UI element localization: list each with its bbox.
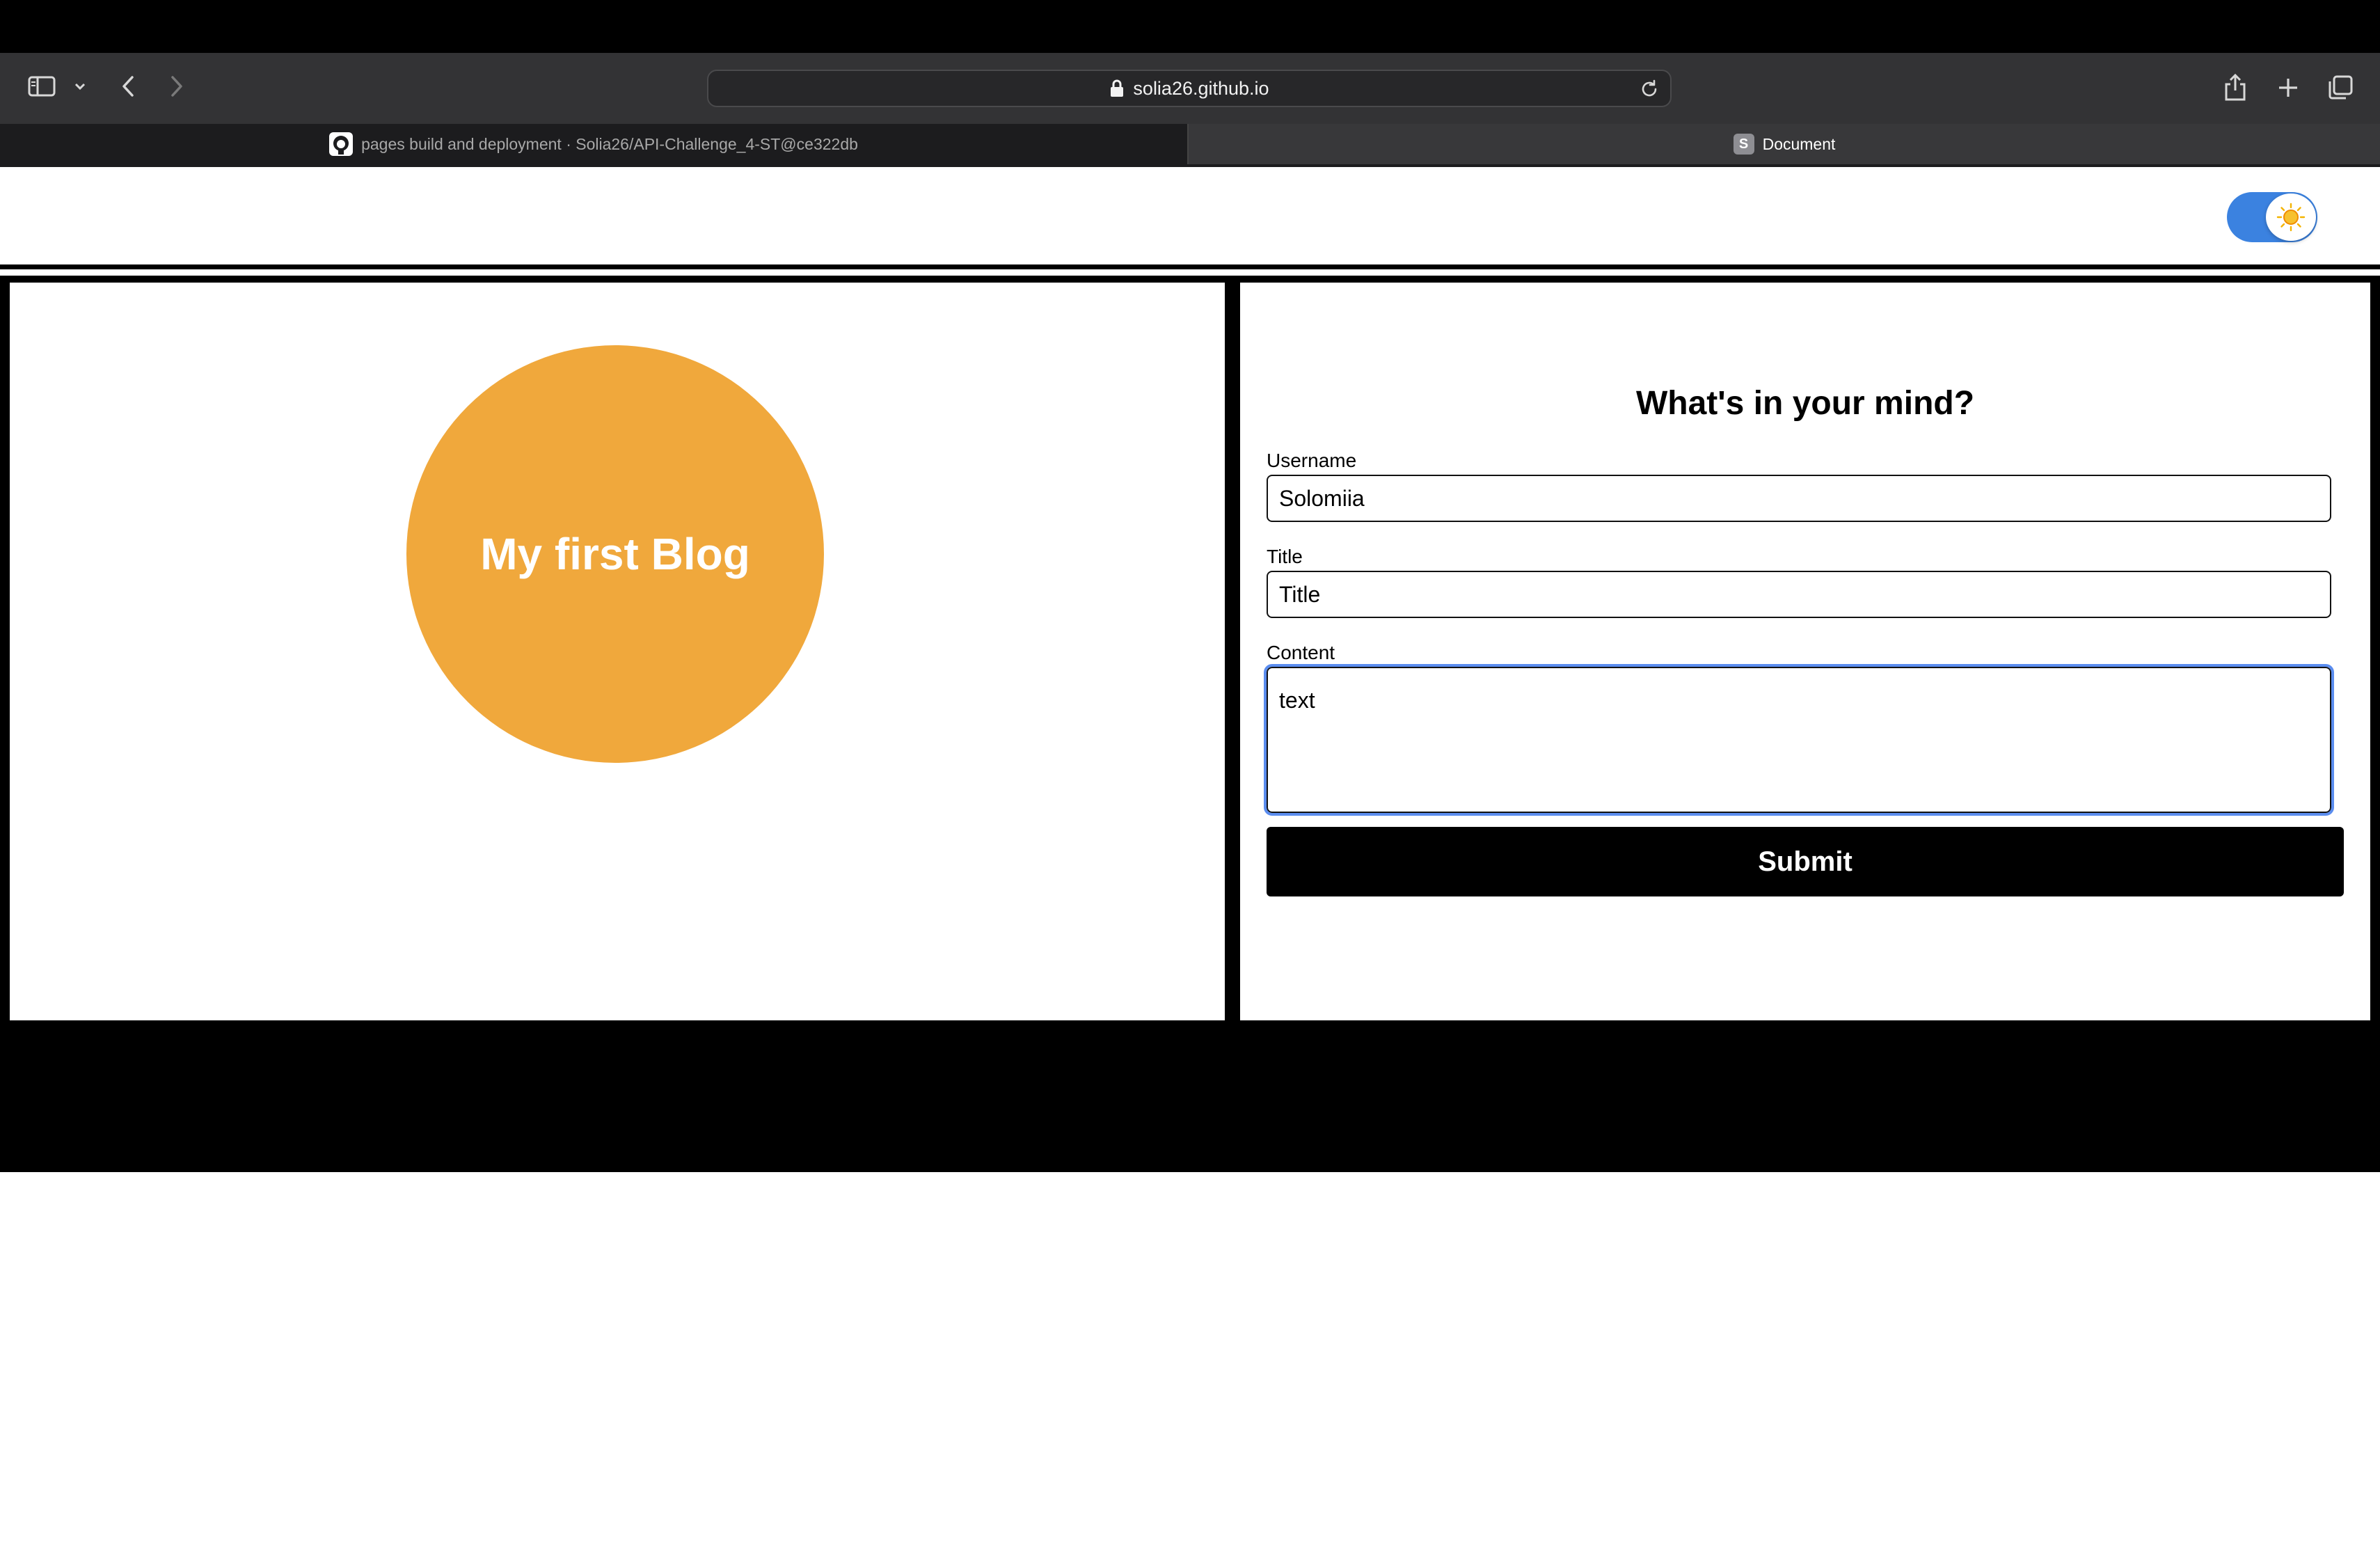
toggle-knob [2266,193,2316,241]
tab-github-actions[interactable]: pages build and deployment · Solia26/API… [0,124,1187,164]
username-label: Username [1267,450,1357,471]
title-field[interactable] [1267,571,2331,618]
content-label: Content [1267,642,1335,663]
lock-icon [1111,79,1124,97]
tab-strip: pages build and deployment · Solia26/API… [0,124,2380,291]
github-icon [329,132,354,156]
address-bar[interactable]: solia26.github.io [707,70,1672,107]
url-text: solia26.github.io [1133,77,1269,99]
screen-top-bar [0,0,2380,53]
blog-hero-circle: My first Blog [406,345,824,763]
reload-icon[interactable] [1638,78,1660,100]
sidebar-icon[interactable] [26,74,57,99]
tab-title: Document [1762,134,1836,153]
site-favicon-icon: S [1733,134,1754,155]
back-arrow-icon[interactable] [116,72,141,100]
browser-toolbar: solia26.github.io [0,53,2380,124]
form-heading: What's in your mind? [1635,385,1975,422]
header-divider [0,264,2380,269]
content-frame: My first Blog What's in your mind? Usern… [0,276,2380,1172]
title-label: Title [1267,546,1303,567]
theme-toggle[interactable] [2227,192,2317,242]
blog-title: My first Blog [480,529,750,579]
forward-arrow-icon[interactable] [164,72,189,100]
username-field[interactable] [1267,475,2331,522]
share-icon[interactable] [2220,71,2251,103]
content-textarea[interactable]: text [1264,664,2334,816]
tab-document[interactable]: S Document [1189,124,2380,164]
post-form-panel: What's in your mind? Username Title Cont… [1240,283,2370,1020]
new-tab-plus-icon[interactable] [2273,72,2303,103]
submit-button[interactable]: Submit [1267,827,2344,896]
web-page: My first Blog What's in your mind? Usern… [0,167,2380,1541]
chevron-down-icon[interactable] [70,74,90,99]
sun-icon [2276,203,2306,232]
tab-overview-icon[interactable] [2324,72,2356,103]
left-panel: My first Blog [10,283,1225,1020]
tab-title: pages build and deployment · Solia26/API… [361,134,858,153]
